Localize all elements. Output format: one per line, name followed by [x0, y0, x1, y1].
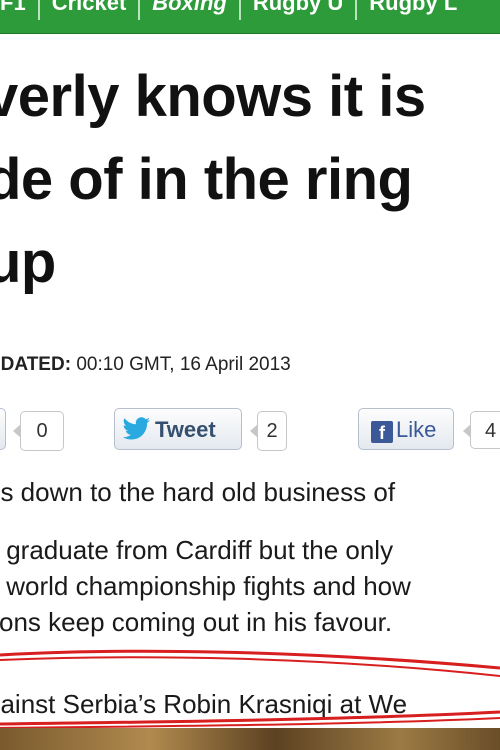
- headline-line-3: up: [0, 230, 56, 295]
- tweet-count: 2: [250, 411, 287, 451]
- article-headline: verly knows it is de of in the ring up: [0, 55, 500, 304]
- headline-line-2: de of in the ring: [0, 147, 413, 212]
- like-label: Like: [396, 417, 437, 442]
- tweet-label: Tweet: [155, 417, 216, 442]
- share-button-partial[interactable]: [0, 408, 6, 450]
- nav-item-rugby-union[interactable]: Rugby U: [238, 0, 355, 20]
- updated-timestamp: PDATED: 00:10 GMT, 16 April 2013: [0, 354, 291, 376]
- share-bar: 0 Tweet 2 f Like 4: [0, 408, 500, 454]
- updated-value: 00:10 GMT, 16 April 2013: [71, 354, 291, 375]
- facebook-icon: f: [371, 421, 393, 443]
- headline-line-1: verly knows it is: [0, 64, 426, 129]
- article-paragraph-3: gainst Serbia’s Robin Krasniqi at We: [0, 689, 408, 719]
- share-count: 0: [13, 411, 64, 451]
- paragraph-2-line-1: s graduate from Cardiff but the only: [0, 535, 394, 565]
- like-count: 4: [463, 411, 500, 449]
- twitter-bird-icon: [122, 413, 151, 440]
- article-paragraph-2: s graduate from Cardiff but the only s w…: [0, 532, 500, 640]
- paragraph-2-line-3: tions keep coming out in his favour.: [0, 607, 393, 637]
- paragraph-2-line-2: s world championship fights and how: [0, 571, 411, 601]
- facebook-like-button[interactable]: f Like: [358, 408, 454, 450]
- sports-nav-bar: F1 Cricket Boxing Rugby U Rugby L: [0, 0, 500, 34]
- nav-items: F1 Cricket Boxing Rugby U Rugby L: [0, 0, 469, 20]
- updated-label: PDATED:: [0, 354, 72, 375]
- nav-item-rugby-league[interactable]: Rugby L: [355, 0, 469, 20]
- nav-item-cricket[interactable]: Cricket: [37, 0, 139, 20]
- tweet-button[interactable]: Tweet: [114, 408, 242, 450]
- nav-item-f1[interactable]: F1: [0, 0, 38, 20]
- article-paragraph-1: es down to the hard old business of: [0, 477, 396, 507]
- bottom-photo-strip: [0, 728, 500, 750]
- nav-item-boxing[interactable]: Boxing: [138, 0, 239, 20]
